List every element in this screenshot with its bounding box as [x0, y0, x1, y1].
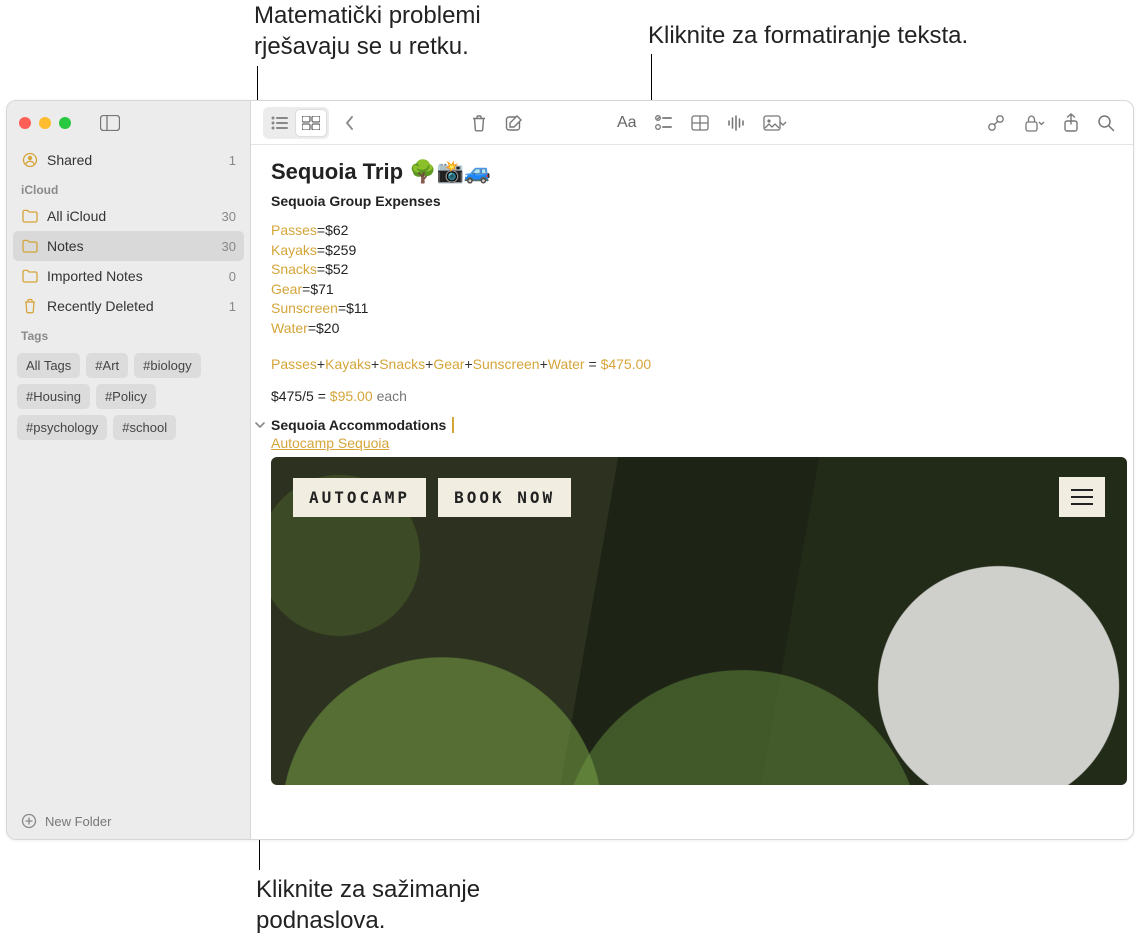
view-mode-group — [263, 107, 329, 139]
media-button[interactable] — [757, 109, 793, 137]
tag-chip[interactable]: #Policy — [96, 384, 156, 409]
format-button[interactable]: Aa — [611, 109, 643, 137]
share-button[interactable] — [1057, 109, 1085, 137]
audio-button[interactable] — [721, 109, 751, 137]
callout-math: Matematički problemi rješavaju se u retk… — [254, 0, 574, 62]
tag-chip[interactable]: All Tags — [17, 353, 80, 378]
close-window-button[interactable] — [19, 117, 31, 129]
folder-icon — [21, 207, 39, 225]
table-button[interactable] — [685, 109, 715, 137]
sidebar-shared[interactable]: Shared 1 — [7, 145, 250, 175]
sidebar-folder-label: Imported Notes — [47, 268, 143, 284]
sidebar-folder-count: 30 — [222, 209, 236, 224]
sidebar-folder-label: All iCloud — [47, 208, 106, 224]
icloud-section-label: iCloud — [7, 175, 250, 201]
sidebar: Shared 1 iCloud All iCloud 30 Notes 30 I… — [7, 101, 251, 839]
callout-collapse: Kliknite za sažimanje podnaslova. — [256, 874, 556, 936]
tag-chip[interactable]: #psychology — [17, 415, 107, 440]
embedded-image[interactable]: AUTOCAMP BOOK NOW — [271, 457, 1127, 785]
sum-expression: Passes+Kayaks+Snacks+Gear+Sunscreen+Wate… — [271, 353, 1113, 375]
sidebar-folder-label: Recently Deleted — [47, 298, 154, 314]
text-cursor — [452, 417, 454, 433]
plus-circle-icon — [21, 813, 37, 829]
new-folder-label: New Folder — [45, 814, 111, 829]
tags-section-label: Tags — [7, 321, 250, 347]
sidebar-folder-imported[interactable]: Imported Notes 0 — [7, 261, 250, 291]
accommodations-heading[interactable]: Sequoia Accommodations — [271, 417, 1113, 433]
lock-button[interactable] — [1017, 109, 1051, 137]
photo-icon — [763, 115, 787, 131]
hamburger-menu-icon — [1059, 477, 1105, 517]
tag-chip[interactable]: #Housing — [17, 384, 90, 409]
sidebar-folder-all-icloud[interactable]: All iCloud 30 — [7, 201, 250, 231]
toolbar: Aa — [251, 101, 1133, 145]
section-heading-text: Sequoia Accommodations — [271, 417, 446, 433]
trash-icon — [471, 114, 487, 132]
tag-chip[interactable]: #biology — [134, 353, 200, 378]
sidebar-shared-count: 1 — [229, 153, 236, 168]
sidebar-folder-notes[interactable]: Notes 30 — [13, 231, 244, 261]
toggle-sidebar-button[interactable] — [97, 113, 123, 133]
note-title: Sequoia Trip 🌳📸🚙 — [271, 159, 1113, 185]
chevron-down-icon[interactable] — [253, 418, 267, 432]
tags-container: All Tags #Art #biology #Housing #Policy … — [7, 347, 250, 446]
sidebar-icon — [100, 115, 120, 131]
shared-icon — [21, 151, 39, 169]
link-icon — [987, 114, 1005, 132]
titlebar — [7, 101, 250, 145]
note-editor[interactable]: Sequoia Trip 🌳📸🚙 Sequoia Group Expenses … — [251, 145, 1133, 839]
chevron-left-icon — [344, 115, 354, 131]
new-note-button[interactable] — [499, 109, 529, 137]
autocamp-link[interactable]: Autocamp Sequoia — [271, 435, 389, 451]
trash-icon — [21, 297, 39, 315]
image-overlay-topbar: AUTOCAMP BOOK NOW — [293, 477, 1105, 517]
window-controls — [19, 117, 71, 129]
checklist-button[interactable] — [649, 109, 679, 137]
table-icon — [691, 115, 709, 131]
checklist-icon — [655, 115, 673, 131]
sidebar-folder-recently-deleted[interactable]: Recently Deleted 1 — [7, 291, 250, 321]
main-area: Aa — [251, 101, 1133, 839]
image-book-now-badge: BOOK NOW — [438, 478, 571, 517]
lock-icon — [1023, 114, 1045, 132]
expenses-block: Passes=$62 Kayaks=$259 Snacks=$52 Gear=$… — [271, 221, 1113, 339]
callout-format: Kliknite za formatiranje teksta. — [648, 20, 968, 51]
search-button[interactable] — [1091, 109, 1121, 137]
new-folder-button[interactable]: New Folder — [7, 803, 250, 839]
tag-chip[interactable]: #school — [113, 415, 176, 440]
note-subheading: Sequoia Group Expenses — [271, 193, 1113, 209]
sidebar-folder-label: Notes — [47, 238, 84, 254]
link-button[interactable] — [981, 109, 1011, 137]
tag-chip[interactable]: #Art — [86, 353, 128, 378]
compose-icon — [505, 114, 523, 132]
waveform-icon — [727, 115, 745, 131]
share-icon — [1063, 113, 1079, 133]
per-person-expression: $475/5 = $95.00each — [271, 385, 1113, 407]
maximize-window-button[interactable] — [59, 117, 71, 129]
list-view-button[interactable] — [265, 109, 295, 137]
minimize-window-button[interactable] — [39, 117, 51, 129]
folder-icon — [21, 267, 39, 285]
notes-app-window: Shared 1 iCloud All iCloud 30 Notes 30 I… — [6, 100, 1134, 840]
search-icon — [1097, 114, 1115, 132]
back-button[interactable] — [335, 109, 363, 137]
grid-icon — [302, 116, 320, 130]
list-icon — [271, 116, 289, 130]
sidebar-folder-count: 0 — [229, 269, 236, 284]
folder-icon — [21, 237, 39, 255]
image-autocamp-badge: AUTOCAMP — [293, 478, 426, 517]
sidebar-folder-count: 1 — [229, 299, 236, 314]
delete-button[interactable] — [465, 109, 493, 137]
sidebar-shared-label: Shared — [47, 152, 92, 168]
gallery-view-button[interactable] — [295, 109, 327, 137]
sidebar-folder-count: 30 — [222, 239, 236, 254]
